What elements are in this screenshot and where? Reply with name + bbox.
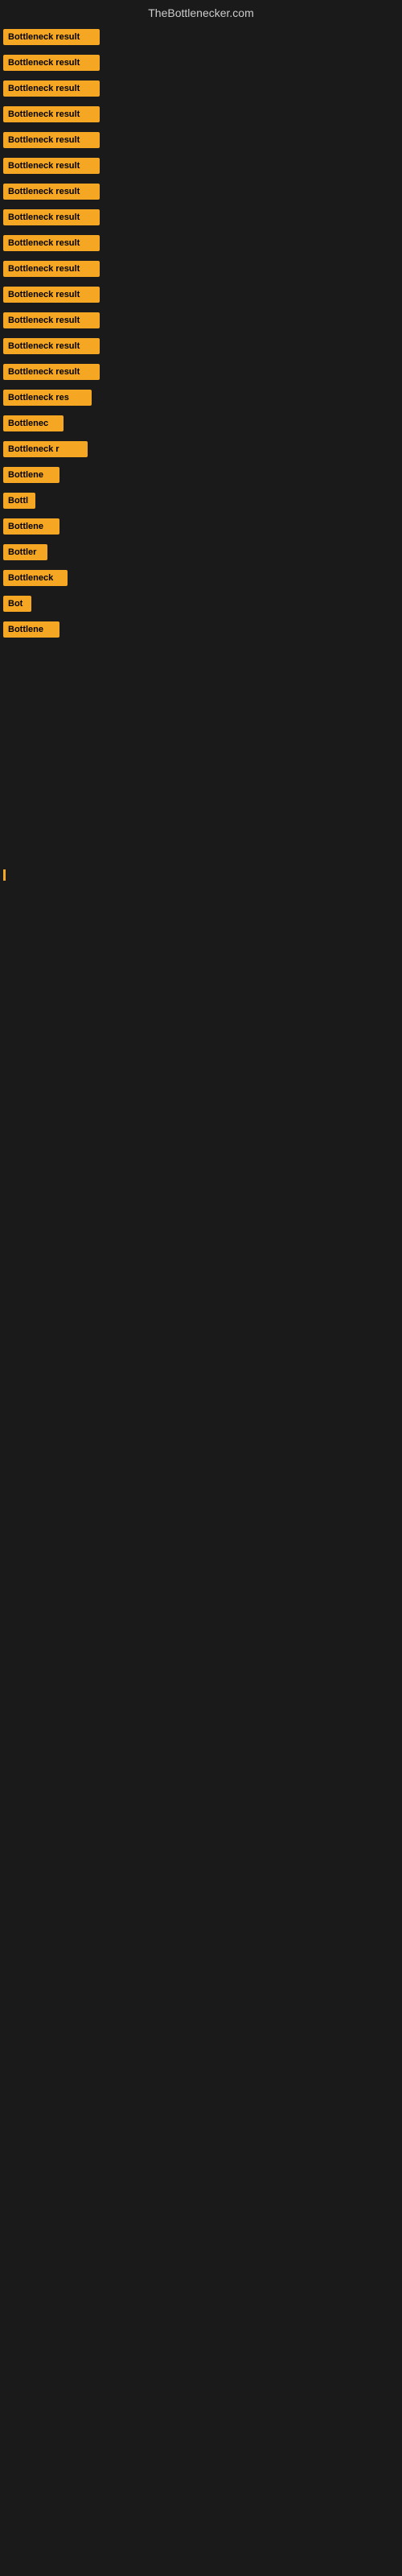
list-item[interactable]: Bottlenec bbox=[0, 411, 402, 436]
list-item[interactable]: Bottleneck result bbox=[0, 359, 402, 385]
list-item[interactable]: Bottleneck result bbox=[0, 50, 402, 76]
bottleneck-badge[interactable]: Bottleneck result bbox=[3, 209, 100, 225]
list-item[interactable]: Bottl bbox=[0, 488, 402, 514]
bottleneck-badge[interactable]: Bottleneck result bbox=[3, 261, 100, 277]
bottleneck-badge[interactable]: Bottleneck result bbox=[3, 235, 100, 251]
bottleneck-badge[interactable]: Bottleneck result bbox=[3, 338, 100, 354]
list-item[interactable]: Bottleneck result bbox=[0, 333, 402, 359]
bottleneck-badge[interactable]: Bottleneck result bbox=[3, 287, 100, 303]
list-item[interactable]: Bottleneck bbox=[0, 565, 402, 591]
list-item[interactable]: Bottleneck result bbox=[0, 127, 402, 153]
list-item[interactable]: Bottleneck result bbox=[0, 179, 402, 204]
list-item[interactable]: Bottleneck r bbox=[0, 436, 402, 462]
bottleneck-badge[interactable]: Bottleneck result bbox=[3, 106, 100, 122]
bottleneck-badge[interactable]: Bottleneck result bbox=[3, 80, 100, 97]
list-item[interactable]: Bottlene bbox=[0, 514, 402, 539]
list-item[interactable]: Bot bbox=[0, 591, 402, 617]
bottleneck-badge[interactable]: Bottlene bbox=[3, 621, 59, 638]
bottleneck-badge[interactable]: Bottlene bbox=[3, 467, 59, 483]
list-item[interactable]: Bottleneck result bbox=[0, 204, 402, 230]
empty-section bbox=[0, 642, 402, 868]
bottleneck-badge[interactable]: Bottleneck r bbox=[3, 441, 88, 457]
bottleneck-badge[interactable]: Bottleneck bbox=[3, 570, 68, 586]
list-item[interactable]: Bottlene bbox=[0, 462, 402, 488]
bottleneck-badge[interactable]: Bottl bbox=[3, 493, 35, 509]
bottleneck-badge[interactable]: Bottleneck result bbox=[3, 184, 100, 200]
bottleneck-badge[interactable]: Bottleneck result bbox=[3, 29, 100, 45]
bottleneck-badge[interactable]: Bottlenec bbox=[3, 415, 64, 431]
list-item[interactable]: Bottleneck res bbox=[0, 385, 402, 411]
bottleneck-badge[interactable]: Bot bbox=[3, 596, 31, 612]
bottom-section bbox=[0, 884, 402, 1367]
bottleneck-badge[interactable]: Bottleneck result bbox=[3, 132, 100, 148]
list-item[interactable]: Bottleneck result bbox=[0, 24, 402, 50]
bottleneck-badge[interactable]: Bottler bbox=[3, 544, 47, 560]
site-title: TheBottlenecker.com bbox=[148, 6, 254, 19]
bottleneck-badge[interactable]: Bottleneck result bbox=[3, 312, 100, 328]
list-item[interactable]: Bottlene bbox=[0, 617, 402, 642]
list-item[interactable]: Bottleneck result bbox=[0, 308, 402, 333]
list-item[interactable]: Bottleneck result bbox=[0, 282, 402, 308]
site-header: TheBottlenecker.com bbox=[0, 0, 402, 24]
list-item[interactable]: Bottleneck result bbox=[0, 230, 402, 256]
list-item[interactable]: Bottleneck result bbox=[0, 101, 402, 127]
list-item[interactable]: Bottleneck result bbox=[0, 153, 402, 179]
bottleneck-badge[interactable]: Bottleneck result bbox=[3, 158, 100, 174]
bottleneck-badge[interactable]: Bottleneck res bbox=[3, 390, 92, 406]
list-item[interactable]: Bottleneck result bbox=[0, 256, 402, 282]
bottom-indicator bbox=[0, 868, 402, 884]
list-item[interactable]: Bottler bbox=[0, 539, 402, 565]
bottleneck-badge[interactable]: Bottleneck result bbox=[3, 55, 100, 71]
bottleneck-list: Bottleneck result Bottleneck result Bott… bbox=[0, 24, 402, 642]
bottleneck-badge[interactable]: Bottlene bbox=[3, 518, 59, 535]
list-item[interactable]: Bottleneck result bbox=[0, 76, 402, 101]
bottleneck-badge[interactable]: Bottleneck result bbox=[3, 364, 100, 380]
